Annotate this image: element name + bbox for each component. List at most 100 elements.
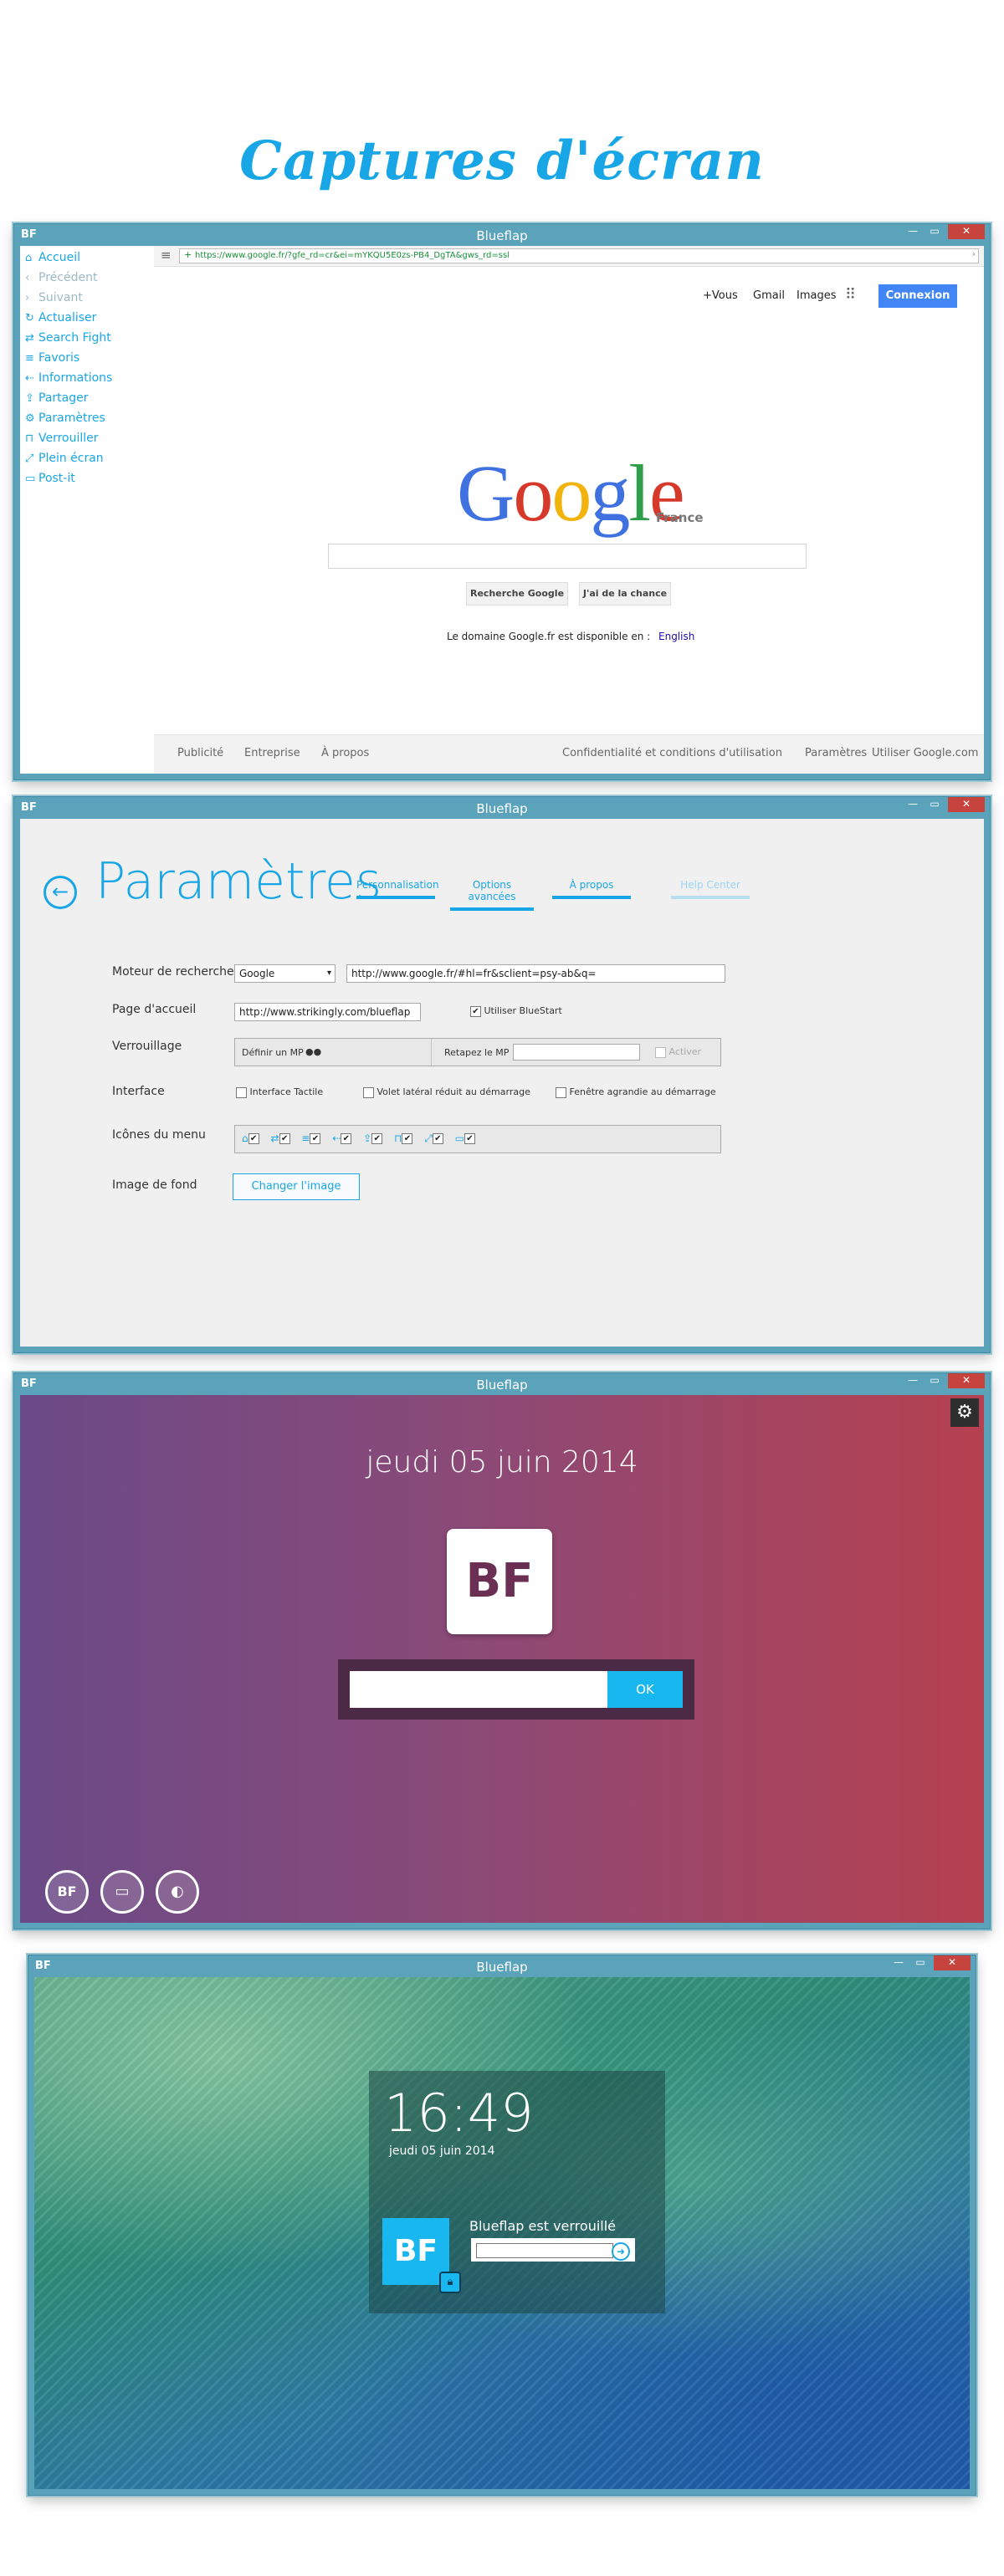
favorites-icon-checkbox[interactable]: ✔ [310,1133,321,1144]
footer-link-apropos[interactable]: À propos [321,747,369,759]
lock-icon: ⊓ [25,432,34,445]
maximize-button[interactable]: ▭ [925,1373,945,1388]
lucky-button[interactable]: J'ai de la chance [579,582,671,606]
google-country: France [656,510,704,525]
minimize-button[interactable]: — [903,1373,923,1388]
tab-help-center[interactable]: Help Center [671,879,750,899]
sidebar-item-partager[interactable]: ⇪ Partager [25,391,88,410]
menu-icon-share[interactable]: ⇪ ✔ [363,1132,383,1144]
menu-icon-info[interactable]: ⇠ ✔ [332,1132,352,1144]
google-search-input[interactable] [328,544,807,569]
footer-link-entreprise[interactable]: Entreprise [244,747,300,759]
toggle-icon[interactable]: ◐ [156,1870,199,1914]
search-fight-icon-checkbox[interactable]: ✔ [279,1133,290,1144]
minimize-button[interactable]: — [903,797,923,812]
connexion-button[interactable]: Connexion [878,284,957,308]
sidebar-item-verrouiller[interactable]: ⊓ Verrouiller [25,432,99,450]
menu-icons-row: ⌂ ✔ ⇄ ✔ ≡ ✔ ⇠ ✔ ⇪ ✔ ⊓ ✔ ⤢ ✔ ▭ ✔ [242,1132,475,1145]
bluestart-option[interactable]: ✔ Utiliser BlueStart [470,1005,562,1017]
unlock-password-input[interactable] [476,2243,613,2258]
close-button[interactable]: ✕ [948,224,985,239]
link-images[interactable]: Images [797,289,837,302]
mp-value[interactable]: ●● [305,1046,321,1057]
touch-interface-checkbox[interactable] [236,1086,247,1098]
maximize-button[interactable]: ▭ [925,224,945,239]
tab-personnalisation[interactable]: Personnalisation [356,879,439,899]
search-engine-url-input[interactable]: http://www.google.fr/#hl=fr&sclient=psy-… [346,964,725,983]
arrow-right-icon[interactable]: ➜ [612,2242,630,2261]
menu-icon-postit[interactable]: ▭ ✔ [455,1132,475,1144]
lock-icon-checkbox[interactable]: ✔ [402,1133,413,1144]
window-content: ⚙ jeudi 05 juin 2014 BF OK BF ▭ ◐ [20,1395,984,1923]
sidebar-item-pr-c-dent[interactable]: ‹ Précédent [25,271,97,289]
google-search-button[interactable]: Recherche Google [466,582,568,606]
footer-link-confidentialite[interactable]: Confidentialité et conditions d'utilisat… [562,747,782,759]
sidebar-item-actualiser[interactable]: ↻ Actualiser [25,311,96,330]
sidebar-item-suivant[interactable]: › Suivant [25,291,83,309]
apps-grid-icon[interactable]: ⠿ [845,286,856,304]
footer-link-google-com[interactable]: Utiliser Google.com [872,747,978,759]
maximized-window-option[interactable]: Fenêtre agrandie au démarrage [556,1086,716,1098]
info-icon-checkbox[interactable]: ✔ [341,1133,352,1144]
retype-mp-input[interactable] [513,1044,640,1061]
sidebar-item-plein-cran[interactable]: ⤢ Plein écran [25,452,104,470]
domain-text: Le domaine Google.fr est disponible en : [447,631,651,642]
menu-icon-lock[interactable]: ⊓ ✔ [394,1132,413,1144]
menu-icon-fullscreen[interactable]: ⤢ ✔ [424,1132,443,1144]
menu-icon-home[interactable]: ⌂ ✔ [242,1132,259,1144]
home-page-input[interactable]: http://www.strikingly.com/blueflap [234,1003,421,1021]
gear-icon[interactable]: ⚙ [950,1398,979,1427]
sidebar-item-label: Favoris [38,351,80,365]
sidebar-item-search-fight[interactable]: ⇄ Search Fight [25,331,111,350]
reduced-panel-option[interactable]: Volet latéral réduit au démarrage [363,1086,530,1098]
password-frame: OK [338,1659,694,1720]
book-icon[interactable]: ▭ [100,1870,144,1914]
close-button[interactable]: ✕ [948,797,985,812]
search-engine-select[interactable]: Google ▾ [234,964,336,983]
window-content: ← Paramètres Personnalisation Options av… [20,819,984,1347]
footer-link-parametres[interactable]: Paramètres [805,747,867,759]
lock-group: Définir un MP ●● Retapez le MP Activer [234,1038,721,1066]
sidebar-item-param-tres[interactable]: ⚙ Paramètres [25,411,105,430]
fullscreen-icon-checkbox[interactable]: ✔ [432,1133,443,1144]
footer-link-publicite[interactable]: Publicité [177,747,223,759]
tab-options-avancees[interactable]: Options avancées [450,879,534,911]
minimize-button[interactable]: — [889,1955,909,1970]
sidebar-item-favoris[interactable]: ≡ Favoris [25,351,79,370]
menu-icon-searchfight[interactable]: ⇄ ✔ [270,1132,290,1144]
change-image-button[interactable]: Changer l'image [233,1173,360,1200]
window-settings: BF Blueflap — ▭ ✕ ← Paramètres Personnal… [13,796,991,1353]
sidebar-item-post-it[interactable]: ▭ Post-it [25,472,75,490]
menu-icon[interactable]: ≡ [161,248,172,263]
touch-interface-option[interactable]: Interface Tactile [236,1086,323,1098]
go-icon[interactable]: › [972,248,976,259]
unlock-field: ➜ [471,2238,635,2262]
bluestart-checkbox[interactable]: ✔ [470,1005,481,1017]
link-gmail[interactable]: Gmail [753,289,785,302]
menu-icons-label: Icônes du menu [112,1128,206,1142]
maximized-window-checkbox[interactable] [556,1086,566,1098]
maximize-button[interactable]: ▭ [925,797,945,812]
password-input[interactable] [350,1671,607,1708]
share-icon-checkbox[interactable]: ✔ [371,1133,383,1144]
postit-icon-checkbox[interactable]: ✔ [464,1133,475,1144]
close-button[interactable]: ✕ [934,1955,971,1970]
home-icon-checkbox[interactable]: ✔ [248,1133,259,1144]
blueflap-round-button[interactable]: BF [45,1870,89,1914]
activate-checkbox[interactable] [655,1046,666,1058]
minimize-button[interactable]: — [903,224,923,239]
ok-button[interactable]: OK [607,1671,683,1708]
sidebar-item-informations[interactable]: ⇠ Informations [25,371,112,390]
activate-option[interactable]: Activer [655,1046,701,1058]
search-fight-icon: ⇄ [270,1132,279,1144]
english-link[interactable]: English [658,631,694,642]
sidebar-item-accueil[interactable]: ⌂ Accueil [25,251,80,269]
close-button[interactable]: ✕ [948,1373,985,1388]
tab-a-propos[interactable]: À propos [552,879,631,899]
menu-icon-favorites[interactable]: ≡ ✔ [301,1132,321,1144]
reduced-panel-checkbox[interactable] [363,1086,374,1098]
link-plus-vous[interactable]: +Vous [703,289,738,302]
url-input[interactable]: https://www.google.fr/?gfe_rd=cr&ei=mYKQ… [179,248,979,263]
maximize-button[interactable]: ▭ [910,1955,930,1970]
back-arrow-icon[interactable]: ← [44,876,77,909]
